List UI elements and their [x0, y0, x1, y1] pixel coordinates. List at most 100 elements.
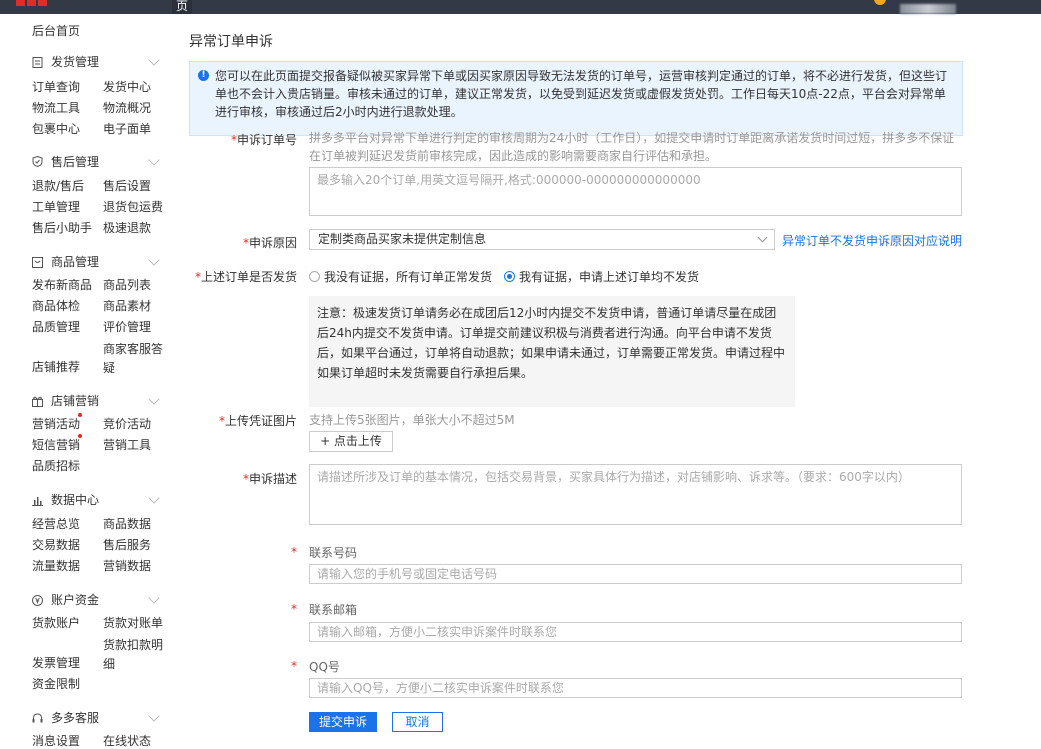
headset-icon — [32, 713, 43, 723]
email-label: 联系邮箱 — [309, 603, 358, 617]
notice-banner: ! 您可以在此页面提交报备疑似被买家异常下单或因买家原因导致无法发货的订单号，运… — [189, 61, 963, 136]
radio-has-evidence[interactable]: 我有证据，申请上述订单均不发货 — [504, 268, 699, 285]
sidebar-item[interactable]: 营销数据 — [103, 558, 151, 574]
ship-status-label: *上述订单是否发货 — [194, 270, 297, 284]
notice-text: 您可以在此页面提交报备疑似被买家异常下单或因买家原因导致无法发货的订单号，运营审… — [215, 69, 948, 119]
chevron-down-icon[interactable] — [148, 492, 160, 504]
sidebar-item[interactable]: 电子面单 — [103, 121, 151, 137]
sidebar-section-products[interactable]: 商品管理 — [51, 254, 99, 270]
phone-input[interactable]: 请输入您的手机号或固定电话号码 — [309, 564, 962, 584]
email-input[interactable]: 请输入邮箱，方便小二核实申诉案件时联系您 — [309, 622, 962, 642]
sidebar-item[interactable]: 商品体检 — [32, 298, 80, 314]
required-mark: * — [291, 545, 297, 559]
chevron-down-icon[interactable] — [148, 393, 160, 405]
product-box-icon — [32, 257, 43, 268]
sidebar-item[interactable]: 资金限制 — [32, 676, 80, 692]
sidebar-section-aftersale[interactable]: 售后管理 — [51, 154, 99, 170]
description-label: *申诉描述 — [242, 472, 297, 486]
chevron-down-icon[interactable] — [148, 592, 160, 604]
sidebar-section-funds[interactable]: 账户资金 — [51, 592, 99, 608]
radio-selected-icon — [504, 271, 515, 282]
page-tab[interactable]: 页 — [172, 0, 193, 14]
sidebar-item[interactable]: 售后服务 — [103, 537, 151, 553]
sidebar-item[interactable]: 售后设置 — [103, 178, 151, 194]
sidebar-item[interactable]: 竞价活动 — [103, 416, 151, 432]
chevron-down-icon[interactable] — [148, 710, 160, 722]
sidebar-item[interactable]: 商家客服答疑 — [103, 340, 167, 378]
document-icon — [32, 57, 43, 68]
sidebar-item[interactable]: 发布新商品 — [32, 277, 92, 293]
sidebar-item[interactable]: 商品列表 — [103, 277, 151, 293]
info-icon: ! — [198, 70, 209, 81]
order-number-hint: 拼多多平台对异常下单进行判定的审核周期为24小时（工作日），如提交申请时订单距离… — [309, 131, 955, 163]
chevron-down-icon — [757, 232, 768, 243]
sidebar-item[interactable]: 品质招标 — [32, 458, 80, 474]
sidebar-section-marketing[interactable]: 店铺营销 — [51, 393, 99, 409]
order-number-label: *申诉订单号 — [230, 133, 297, 147]
sidebar-item[interactable]: 品质管理 — [32, 319, 80, 335]
sidebar-item[interactable]: 商品素材 — [103, 298, 151, 314]
cancel-button[interactable]: 取消 — [392, 712, 443, 732]
sidebar-home[interactable]: 后台首页 — [32, 23, 80, 39]
sidebar-item[interactable]: 极速退款 — [103, 220, 151, 236]
sidebar-item[interactable]: 货款对账单 — [103, 615, 163, 631]
username-redacted[interactable] — [900, 4, 956, 14]
sidebar-item[interactable]: 流量数据 — [32, 558, 80, 574]
reason-explanation-link[interactable]: 异常订单不发货申诉原因对应说明 — [782, 232, 962, 249]
sidebar-item[interactable]: 物流工具 — [32, 100, 80, 116]
page-title: 异常订单申诉 — [189, 34, 273, 50]
radio-button-icon — [309, 271, 320, 282]
order-number-textarea[interactable]: 最多输入20个订单,用英文逗号隔开,格式:000000-000000000000… — [309, 167, 962, 216]
warning-note: 注意：极速发货订单请务必在成团后12小时内提交不发货申请，普通订单请尽量在成团后… — [309, 296, 795, 407]
sidebar-item[interactable]: 商品数据 — [103, 516, 151, 532]
gift-icon — [32, 396, 43, 407]
qq-input[interactable]: 请输入QQ号，方便小二核实申诉案件时联系您 — [309, 678, 962, 698]
sidebar-item[interactable]: 工单管理 — [32, 199, 80, 215]
upload-hint: 支持上传5张图片，单张大小不超过5M — [309, 413, 515, 427]
sidebar-section-shipping[interactable]: 发货管理 — [51, 54, 99, 70]
sidebar-item[interactable]: 短信营销 — [32, 437, 80, 453]
new-dot-badge — [78, 434, 82, 438]
sidebar-item[interactable]: 退货包运费 — [103, 199, 163, 215]
new-dot-badge — [78, 413, 82, 417]
sidebar-item[interactable]: 包裹中心 — [32, 121, 80, 137]
sidebar: 后台首页 发货管理 订单查询 发货中心 物流工具 物流概况 包裹中心 电子面单 … — [0, 14, 177, 748]
sidebar-item[interactable]: 售后小助手 — [32, 220, 92, 236]
sidebar-item[interactable]: 发票管理 — [32, 655, 80, 671]
qq-label: QQ号 — [309, 660, 340, 674]
phone-label: 联系号码 — [309, 546, 358, 560]
shield-icon — [32, 156, 43, 167]
sidebar-item[interactable]: 店铺推荐 — [32, 359, 80, 375]
main-content: 异常订单申诉 ! 您可以在此页面提交报备疑似被买家异常下单或因买家原因导致无法发… — [177, 14, 1041, 747]
required-mark: * — [291, 659, 297, 673]
sidebar-section-data[interactable]: 数据中心 — [51, 492, 99, 508]
sidebar-item[interactable]: 发货中心 — [103, 79, 151, 95]
sidebar-item[interactable]: 货款账户 — [32, 615, 80, 631]
upload-button[interactable]: + 点击上传 — [309, 431, 393, 452]
user-avatar[interactable] — [874, 0, 886, 5]
sidebar-item[interactable]: 营销工具 — [103, 437, 151, 453]
sidebar-item[interactable]: 营销活动 — [32, 416, 80, 432]
brand-logo[interactable] — [16, 0, 58, 10]
sidebar-item[interactable]: 物流概况 — [103, 100, 151, 116]
upload-label: *上传凭证图片 — [218, 414, 297, 428]
radio-no-evidence[interactable]: 我没有证据，所有订单正常发货 — [309, 268, 492, 285]
sidebar-item[interactable]: 经营总览 — [32, 516, 80, 532]
sidebar-item[interactable]: 评价管理 — [103, 319, 151, 335]
reason-label: *申诉原因 — [242, 236, 297, 250]
sidebar-section-service[interactable]: 多多客服 — [51, 710, 99, 726]
bar-chart-icon — [32, 497, 43, 506]
top-bar: 页 — [0, 0, 1041, 14]
sidebar-item[interactable]: 交易数据 — [32, 537, 80, 553]
submit-button[interactable]: 提交申诉 — [309, 712, 377, 732]
coin-icon — [32, 595, 43, 606]
chevron-down-icon[interactable] — [148, 254, 160, 266]
sidebar-item[interactable]: 货款扣款明细 — [103, 636, 169, 674]
chevron-down-icon[interactable] — [148, 154, 160, 166]
chevron-down-icon[interactable] — [148, 54, 160, 66]
sidebar-item[interactable]: 退款/售后 — [32, 178, 84, 194]
required-mark: * — [291, 602, 297, 616]
description-textarea[interactable]: 请描述所涉及订单的基本情况，包括交易背景，买家具体行为描述，对店铺影响、诉求等。… — [309, 464, 962, 525]
sidebar-item[interactable]: 订单查询 — [32, 79, 80, 95]
reason-select[interactable]: 定制类商品买家未提供定制信息 — [309, 229, 775, 250]
